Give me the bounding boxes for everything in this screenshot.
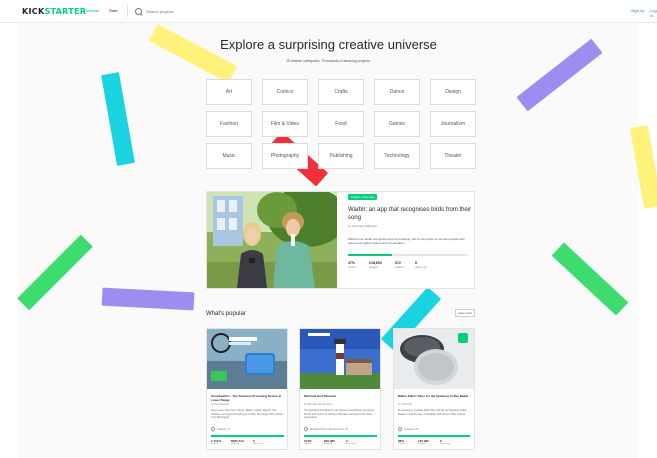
category-photography[interactable]: Photography [262,143,308,169]
popular-section-title: What's popular [206,311,246,317]
featured-project-description: Warblr is an audio recognition app for b… [348,237,465,245]
hero-title: Explore a surprising creative universe [220,37,437,52]
category-film-video[interactable]: Film & Video [262,111,308,137]
featured-stat-pledged-value: £18,603 [369,261,382,265]
category-design[interactable]: Design [430,79,476,105]
card-stat-days-label: days to go [346,443,357,445]
popular-card-progress-bar [398,435,471,437]
popular-card[interactable]: Montauk Surf Museum by Montauk Surf Muse… [299,328,381,450]
featured-stat-pledged-label: pledged [369,266,378,269]
card-stat-pledged-label: pledged [418,443,426,445]
popular-card-author[interactable]: by Cold Lab [398,403,471,406]
nav-discover-link[interactable]: Discover [84,8,100,13]
popular-card-description: Never Lose Your Keys, Phone, Wallet, Lap… [211,409,283,419]
featured-stat-days-value: 8 [415,261,417,265]
kickstarter-logo[interactable]: KICKSTARTER [22,7,86,16]
hero-subtitle: 15 diverse categories. Thousands of amaz… [286,59,371,63]
popular-card-location[interactable]: Orlando, FL [210,426,284,432]
category-crafts[interactable]: Crafts [318,79,364,105]
sign-up-link[interactable]: Sign up [631,8,645,13]
popular-card-description: An accessory reusable fabric filter that… [398,409,468,416]
featured-progress-fill [348,254,393,256]
logo-prefix: KICK [22,7,45,16]
location-pin-icon [397,426,403,432]
category-art[interactable]: Art [206,79,252,105]
card-stat-days-label: days to go [253,443,264,445]
featured-project-card[interactable]: Project of the day Warblr: an app that r… [206,191,475,289]
featured-stat-backers-value: 572 [395,261,401,265]
card-stat-funded-label: funded [304,443,311,445]
popular-card-image[interactable] [394,329,474,389]
popular-card-location[interactable]: Montauk Point, Lake Ronkonk, NY [303,426,377,432]
view-more-button[interactable]: View more [455,309,475,317]
card-stat-pledged-label: pledged [324,443,332,445]
category-theater[interactable]: Theater [430,143,476,169]
card-stat-days-label: days to go [440,443,451,445]
search-input[interactable] [146,8,206,14]
popular-card-title[interactable]: Walter Fabric Filter for the Spinning Co… [398,394,471,398]
logo-suffix: STARTER [44,7,87,16]
popular-card-progress-fill [398,435,470,437]
featured-stat-funded-value: 37% [348,261,356,265]
popular-card-location[interactable]: Liverpool, UK [397,426,471,432]
featured-stat-days-label: days to go [415,266,427,269]
popular-card-location-text: Orlando, FL [217,427,231,431]
search-icon[interactable] [135,7,142,15]
category-fashion[interactable]: Fashion [206,111,252,137]
popular-card-progress-fill [211,435,284,437]
location-pin-icon [210,426,216,432]
location-pin-icon [303,426,309,432]
featured-progress-bar [348,254,468,256]
nav-start-link[interactable]: Start [109,8,117,13]
featured-project-title[interactable]: Warblr: an app that recognises birds fro… [348,206,472,222]
category-dance[interactable]: Dance [374,79,420,105]
popular-card-location-text: Montauk Point, Lake Ronkonk, NY [310,427,349,431]
category-publishing[interactable]: Publishing [318,143,364,169]
card-stat-funded-label: funded [211,443,218,445]
popular-card-title[interactable]: Montauk Surf Museum [304,394,377,398]
card-stat-funded-label: funded [398,443,405,445]
popular-card-author[interactable]: by Montauk Surf Museum [304,403,377,406]
popular-card-author[interactable]: by Zoe Peterson [211,403,284,406]
featured-stat-backers-label: backers [395,266,404,269]
featured-project-author[interactable]: by Florence Wilkinson [348,224,377,228]
featured-project-image[interactable] [207,192,337,288]
popular-card[interactable]: SnowFeather - The Smartest Protecting De… [206,328,288,450]
popular-card-location-text: Liverpool, UK [404,427,420,431]
top-navbar: KICKSTARTER Discover Start Sign up Log i… [0,0,657,23]
popular-card-progress-bar [304,435,377,437]
popular-card-image[interactable] [300,329,380,389]
category-food[interactable]: Food [318,111,364,137]
popular-card[interactable]: Walter Fabric Filter for the Spinning Co… [393,328,475,450]
category-journalism[interactable]: Journalism [430,111,476,137]
category-music[interactable]: Music [206,143,252,169]
popular-card-title[interactable]: SnowFeather - The Smartest Protecting De… [211,394,284,402]
card-stat-pledged-label: pledged [231,443,239,445]
popular-card-description: The Montauk Surf Museum will preserve lo… [304,409,375,419]
popular-card-image[interactable] [207,329,287,389]
featured-stat-funded-label: funded [348,266,356,269]
popular-card-progress-bar [211,435,284,437]
category-comics[interactable]: Comics [262,79,308,105]
popular-card-progress-fill [304,435,377,437]
search-bar[interactable] [135,6,206,16]
category-games[interactable]: Games [374,111,420,137]
log-in-link[interactable]: Log in [650,8,657,18]
nav-divider [127,5,128,17]
category-technology[interactable]: Technology [374,143,420,169]
project-of-day-badge: Project of the day [348,194,378,200]
